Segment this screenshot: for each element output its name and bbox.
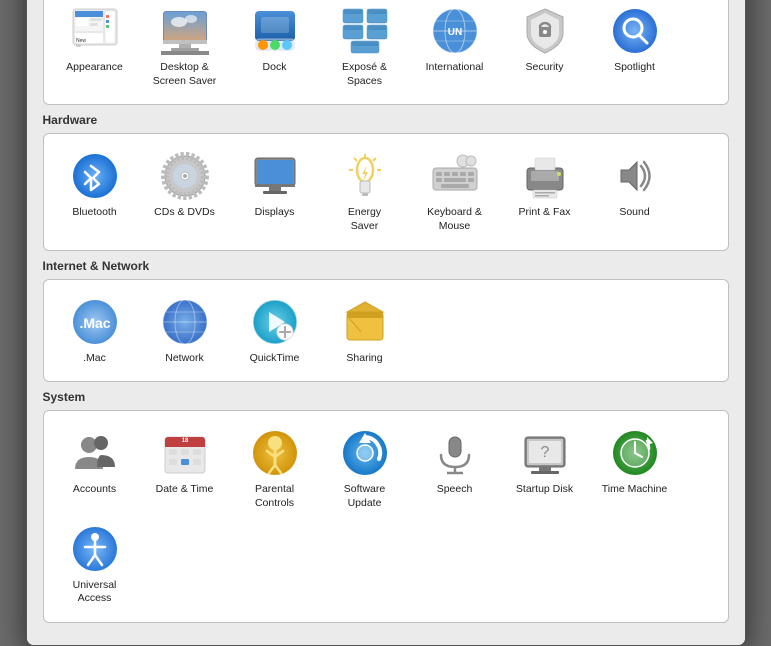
security-icon — [519, 5, 571, 57]
system-items: Accounts — [43, 410, 729, 623]
mac-label: .Mac — [83, 352, 106, 366]
energy-icon — [339, 150, 391, 202]
svg-text:?: ? — [540, 444, 549, 461]
preferences-content: Personal — [27, 0, 745, 645]
print-icon — [519, 150, 571, 202]
accounts-icon — [69, 427, 121, 479]
pref-print[interactable]: Print & Fax — [500, 144, 590, 239]
pref-quicktime[interactable]: QuickTime — [230, 290, 320, 372]
network-icon — [159, 296, 211, 348]
pref-spotlight[interactable]: Spotlight — [590, 0, 680, 94]
pref-bluetooth[interactable]: Bluetooth — [50, 144, 140, 239]
international-label: International — [426, 61, 484, 75]
keyboard-label: Keyboard &Mouse — [427, 206, 482, 233]
pref-speech[interactable]: Speech — [410, 421, 500, 516]
section-internet-label: Internet & Network — [43, 259, 729, 273]
section-hardware: Hardware — [43, 113, 729, 250]
timemachine-label: Time Machine — [602, 483, 668, 497]
pref-timemachine[interactable]: Time Machine — [590, 421, 680, 516]
pref-energy[interactable]: EnergySaver — [320, 144, 410, 239]
sound-label: Sound — [619, 206, 649, 220]
datetime-label: Date & Time — [156, 483, 214, 497]
expose-icon — [339, 5, 391, 57]
bluetooth-label: Bluetooth — [72, 206, 116, 220]
cds-label: CDs & DVDs — [154, 206, 215, 220]
pref-datetime[interactable]: 18 Date & Time — [140, 421, 230, 516]
datetime-icon: 18 — [159, 427, 211, 479]
timemachine-icon — [609, 427, 661, 479]
dock-label: Dock — [263, 61, 287, 75]
pref-cds[interactable]: CDs & DVDs — [140, 144, 230, 239]
network-label: Network — [165, 352, 204, 366]
speech-icon — [429, 427, 481, 479]
section-internet: Internet & Network .Mac — [43, 259, 729, 383]
pref-displays[interactable]: Displays — [230, 144, 320, 239]
dock-icon — [249, 5, 301, 57]
keyboard-icon — [429, 150, 481, 202]
pref-appearance[interactable]: New file Appearance — [50, 0, 140, 94]
system-preferences-window: ◀ ▶ Show All System Preferences 🔍 Person… — [26, 0, 746, 646]
desktop-label: Desktop &Screen Saver — [153, 61, 217, 88]
pref-accounts[interactable]: Accounts — [50, 421, 140, 516]
accounts-label: Accounts — [73, 483, 116, 497]
pref-sharing[interactable]: Sharing — [320, 290, 410, 372]
pref-keyboard[interactable]: Keyboard &Mouse — [410, 144, 500, 239]
parental-label: ParentalControls — [255, 483, 294, 510]
pref-parental[interactable]: ParentalControls — [230, 421, 320, 516]
print-label: Print & Fax — [519, 206, 571, 220]
quicktime-icon — [249, 296, 301, 348]
international-icon: UN — [429, 5, 481, 57]
pref-universal[interactable]: UniversalAccess — [50, 517, 140, 612]
software-icon — [339, 427, 391, 479]
pref-security[interactable]: Security — [500, 0, 590, 94]
pref-sound[interactable]: Sound — [590, 144, 680, 239]
sharing-label: Sharing — [346, 352, 382, 366]
pref-startup[interactable]: ? Startup Disk — [500, 421, 590, 516]
mac-icon: .Mac — [69, 296, 121, 348]
sound-icon — [609, 150, 661, 202]
startup-icon: ? — [519, 427, 571, 479]
universal-label: UniversalAccess — [73, 579, 117, 606]
pref-mac[interactable]: .Mac .Mac — [50, 290, 140, 372]
appearance-icon: New file — [69, 5, 121, 57]
displays-label: Displays — [255, 206, 295, 220]
internet-items: .Mac .Mac — [43, 279, 729, 383]
pref-dock[interactable]: Dock — [230, 0, 320, 94]
quicktime-label: QuickTime — [250, 352, 300, 366]
personal-items: New file Appearance — [43, 0, 729, 105]
universal-icon — [69, 523, 121, 575]
parental-icon — [249, 427, 301, 479]
svg-text:18: 18 — [181, 438, 188, 444]
spotlight-label: Spotlight — [614, 61, 655, 75]
security-label: Security — [526, 61, 564, 75]
appearance-label: Appearance — [66, 61, 123, 75]
cds-icon — [159, 150, 211, 202]
section-personal: Personal — [43, 0, 729, 105]
pref-network[interactable]: Network — [140, 290, 230, 372]
bluetooth-icon — [69, 150, 121, 202]
energy-label: EnergySaver — [348, 206, 381, 233]
section-system-label: System — [43, 390, 729, 404]
svg-text:.Mac: .Mac — [79, 315, 110, 331]
speech-label: Speech — [437, 483, 473, 497]
startup-label: Startup Disk — [516, 483, 573, 497]
section-hardware-label: Hardware — [43, 113, 729, 127]
spotlight-icon — [609, 5, 661, 57]
expose-label: Exposé &Spaces — [342, 61, 387, 88]
desktop-icon — [159, 5, 211, 57]
software-label: SoftwareUpdate — [344, 483, 385, 510]
sharing-icon — [339, 296, 391, 348]
pref-expose[interactable]: Exposé &Spaces — [320, 0, 410, 94]
pref-international[interactable]: UN International — [410, 0, 500, 94]
svg-text:file: file — [76, 43, 82, 48]
section-system: System Accounts — [43, 390, 729, 623]
hardware-items: Bluetooth CDs & DVDs — [43, 133, 729, 250]
svg-text:UN: UN — [447, 27, 461, 38]
displays-icon — [249, 150, 301, 202]
pref-desktop[interactable]: Desktop &Screen Saver — [140, 0, 230, 94]
pref-software[interactable]: SoftwareUpdate — [320, 421, 410, 516]
